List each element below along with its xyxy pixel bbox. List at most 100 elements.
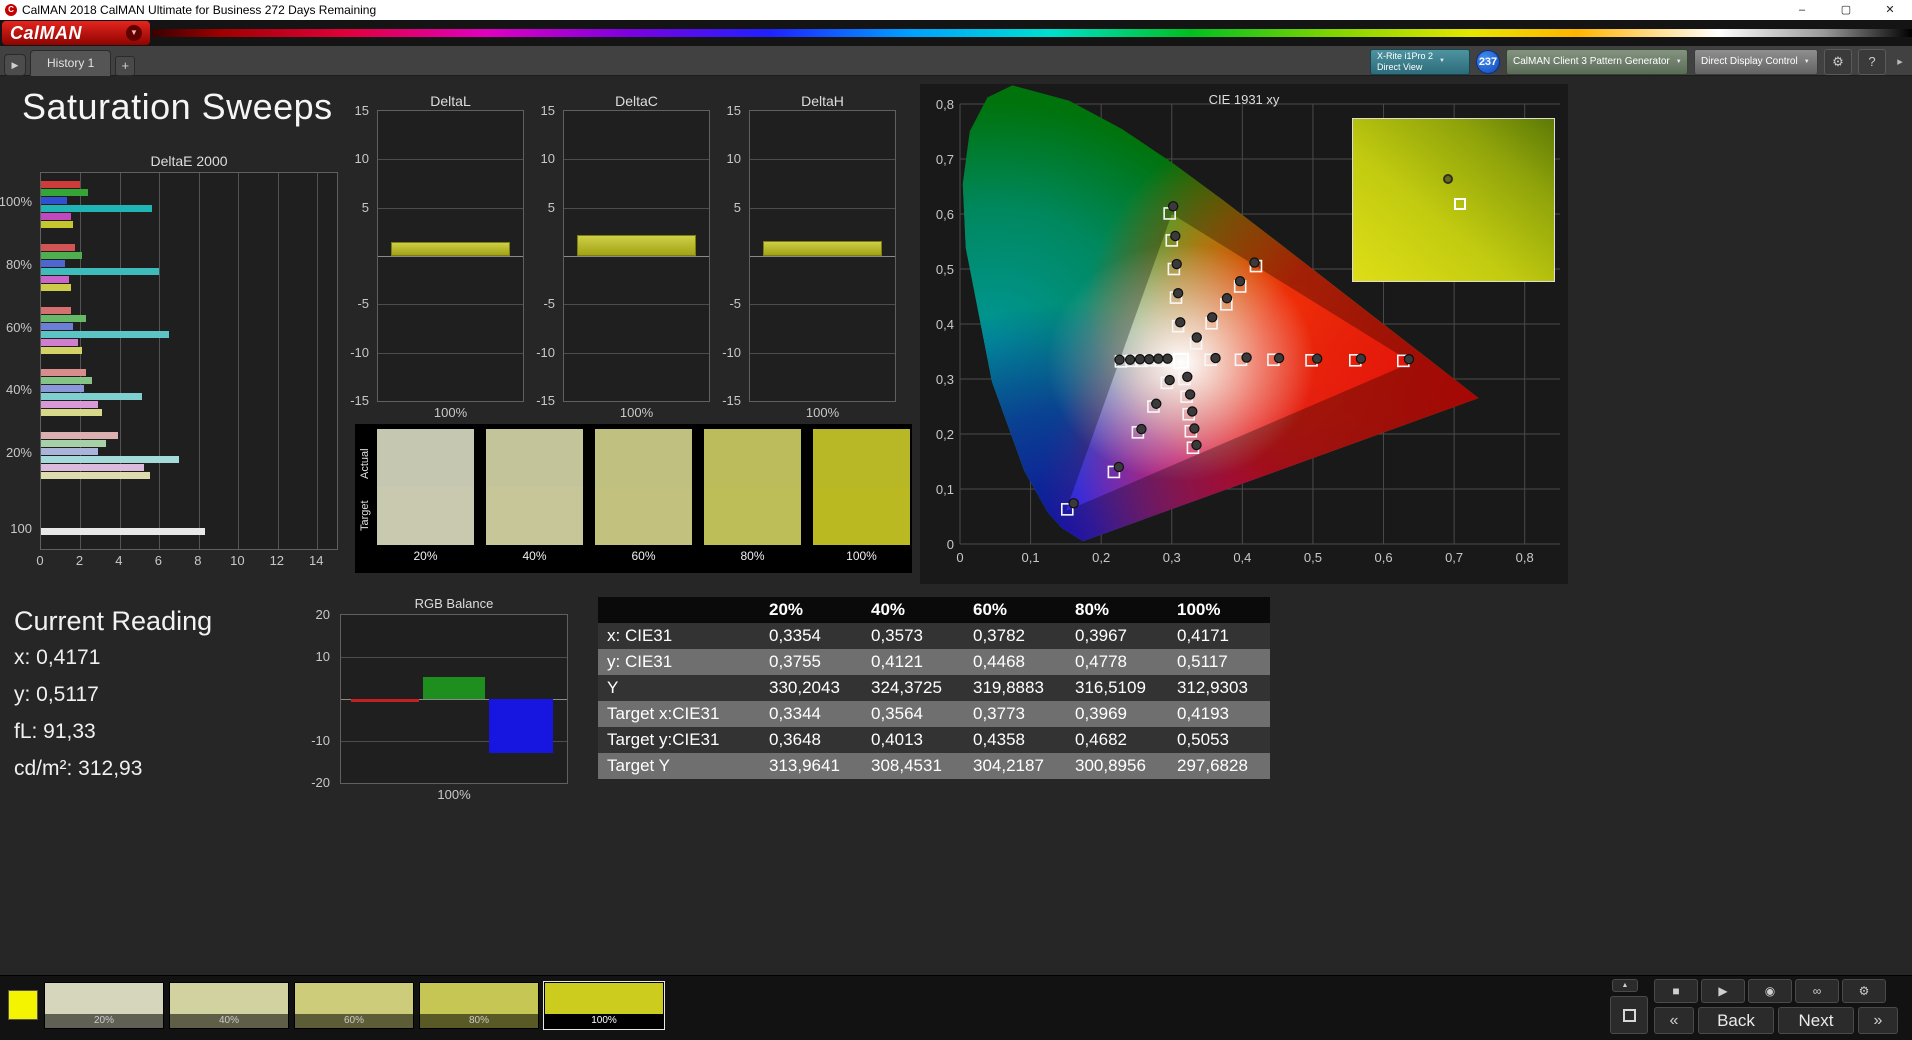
patch-100%[interactable]: 100% [544, 982, 664, 1029]
de-bar [41, 385, 84, 392]
green-bar [423, 677, 485, 699]
de-bar [41, 260, 65, 267]
last-page-button[interactable]: » [1858, 1007, 1898, 1034]
patch-80%[interactable]: 80% [419, 982, 539, 1029]
table-header-row: 20%40%60%80%100% [598, 597, 1270, 623]
y-tick-label: 5 [362, 200, 369, 215]
de-bar [41, 331, 169, 338]
patch-40%[interactable]: 40% [169, 982, 289, 1029]
double-chevron-right-icon: » [1874, 1012, 1883, 1029]
deltac-x-label: 100% [563, 405, 710, 420]
x-tick-label: 10 [225, 553, 249, 568]
x-tick-label: 0,2 [1092, 550, 1110, 565]
display-control-dropdown[interactable]: Direct Display Control ▼ [1694, 49, 1818, 75]
expand-right-button[interactable]: ▸ [1892, 49, 1908, 75]
patch-label: 40% [170, 1014, 288, 1028]
x-tick-label: 0,1 [1022, 550, 1040, 565]
de-bar [41, 369, 86, 376]
delta-bar [763, 241, 882, 256]
measured-point [1174, 289, 1183, 298]
continuous-read-button[interactable]: ∞ [1795, 979, 1839, 1003]
y-tick-label: 0,1 [936, 482, 954, 497]
y-tick-label: -20 [311, 775, 330, 790]
minimize-button[interactable]: – [1780, 0, 1824, 20]
table-cell: 312,9303 [1168, 675, 1270, 701]
close-button[interactable]: ✕ [1868, 0, 1912, 20]
calman-logo[interactable]: CalMAN ▼ [2, 21, 150, 45]
back-button[interactable]: Back [1698, 1007, 1774, 1034]
gear-icon: ⚙ [1859, 984, 1870, 998]
target-swatch [377, 487, 474, 545]
table-cell: 0,5117 [1168, 649, 1270, 675]
gear-icon: ⚙ [1832, 54, 1844, 69]
deltal-x-label: 100% [377, 405, 524, 420]
meter-name: X-Rite i1Pro 2 [1377, 51, 1433, 61]
de-bar [41, 528, 205, 535]
autocal-button[interactable]: ⚙ [1842, 979, 1886, 1003]
table-cell: 0,3755 [760, 649, 862, 675]
meter-dropdown[interactable]: X-Rite i1Pro 2 Direct View ▼ [1370, 49, 1470, 75]
collapse-panel-button[interactable]: ▲ [1612, 979, 1638, 992]
gridline [564, 304, 709, 305]
y-tick-label: 15 [727, 103, 741, 118]
x-tick-label: 8 [186, 553, 210, 568]
table-cell: 300,8956 [1066, 753, 1168, 779]
x-tick-label: 0,8 [1516, 550, 1534, 565]
measured-point [1250, 258, 1259, 267]
y-tick-label: 0,4 [936, 317, 954, 332]
patch-label: 20% [45, 1014, 163, 1028]
stop-button[interactable]: ■ [1654, 979, 1698, 1003]
tab-history-1[interactable]: History 1 [30, 50, 111, 76]
y-tick-label: 15 [355, 103, 369, 118]
de-bar [41, 276, 69, 283]
first-page-button[interactable]: « [1654, 1007, 1694, 1034]
play-button[interactable]: ▶ [1701, 979, 1745, 1003]
table-cell: 0,4013 [862, 727, 964, 753]
table-cell: 0,3573 [862, 623, 964, 649]
table-cell: 0,4778 [1066, 649, 1168, 675]
target-swatch [595, 487, 692, 545]
deltae2000-x-axis: 02468101214 [40, 553, 338, 569]
help-button[interactable]: ? [1858, 49, 1886, 75]
deltah-x-label: 100% [749, 405, 896, 420]
de-bar [41, 393, 142, 400]
y-tick-label: 0,2 [936, 427, 954, 442]
row-label-cell: Target x:CIE31 [598, 701, 760, 727]
read-button[interactable]: ◉ [1748, 979, 1792, 1003]
de-bar [41, 440, 106, 447]
tab-bar-left: ▶ History 1 + [4, 50, 135, 76]
patch-60%[interactable]: 60% [294, 982, 414, 1029]
add-tab-button[interactable]: + [115, 56, 135, 76]
next-button[interactable]: Next [1778, 1007, 1854, 1034]
maximize-button[interactable]: ▢ [1824, 0, 1868, 20]
de-bar [41, 347, 82, 354]
y-tick-label: -10 [311, 733, 330, 748]
gridline [80, 173, 81, 549]
y-tick-label: 10 [355, 151, 369, 166]
caret-up-icon: ▲ [1622, 982, 1629, 989]
row-label-cell: Target Y [598, 753, 760, 779]
de-bar [41, 472, 150, 479]
measured-point [1186, 390, 1195, 399]
window-titlebar: C CalMAN 2018 CalMAN Ultimate for Busine… [0, 0, 1912, 20]
table-cell: 319,8883 [964, 675, 1066, 701]
measured-point [1114, 462, 1123, 471]
history-panel-button[interactable]: ▶ [4, 54, 26, 76]
measured-point [1115, 355, 1124, 364]
pattern-window-button[interactable] [1610, 996, 1648, 1034]
settings-button[interactable]: ⚙ [1824, 49, 1852, 75]
target-swatch [704, 487, 801, 545]
gridline [750, 159, 895, 160]
swatch-column: 80% [704, 429, 801, 567]
rgb-balance-chart-title: RGB Balance [340, 596, 568, 611]
x-tick-label: 4 [107, 553, 131, 568]
red-bar [351, 699, 419, 702]
pattern-generator-dropdown[interactable]: CalMAN Client 3 Pattern Generator ▼ [1506, 49, 1688, 75]
patch-20%[interactable]: 20% [44, 982, 164, 1029]
table-row: Target Y313,9641308,4531304,2187300,8956… [598, 753, 1270, 779]
y-tick-label: 10 [316, 649, 330, 664]
rgb-balance-x-label: 100% [340, 787, 568, 802]
reading-count-badge[interactable]: 237 [1476, 50, 1500, 74]
y-tick-label: 15 [541, 103, 555, 118]
table-cell: 0,3564 [862, 701, 964, 727]
